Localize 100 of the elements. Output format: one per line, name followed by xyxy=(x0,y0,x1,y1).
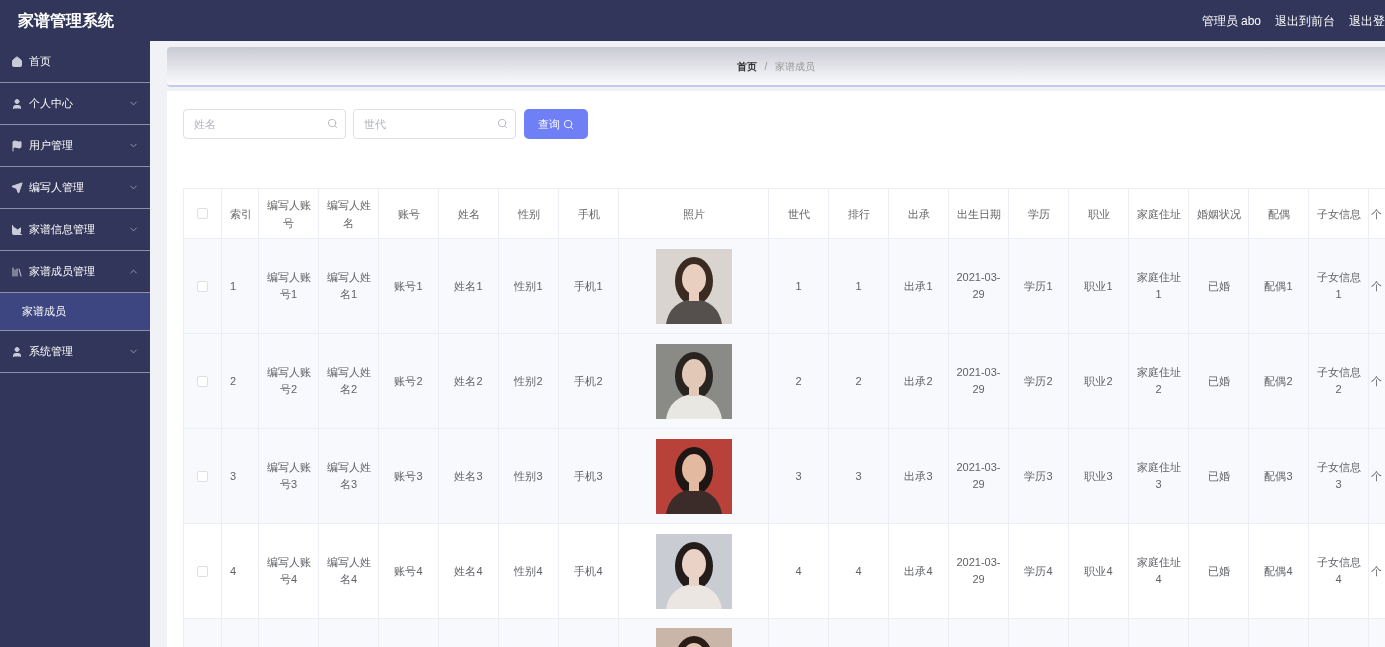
table-cell-text: 配偶1 xyxy=(1264,278,1293,294)
table-cell-text: 家庭住址4 xyxy=(1135,555,1182,587)
column-header: 婚姻状况 xyxy=(1196,206,1241,222)
column-header: 职业 xyxy=(1087,206,1110,222)
table-cell-text: 学历3 xyxy=(1024,468,1053,484)
sidebar-item[interactable]: 系统管理 xyxy=(0,331,150,373)
library-icon xyxy=(11,265,23,278)
table-cell-text: 学历4 xyxy=(1024,563,1053,579)
search-icon xyxy=(327,118,338,129)
table-cell-text: 2021-03-29 xyxy=(955,460,1002,492)
table-cell-text: 账号3 xyxy=(394,468,423,484)
table-cell-text: 编写人姓名3 xyxy=(325,460,372,492)
checkbox[interactable] xyxy=(197,280,208,292)
table-cell-text: 性别4 xyxy=(514,563,543,579)
table-cell-text: 学历1 xyxy=(1024,278,1053,294)
column-header: 排行 xyxy=(847,206,870,222)
home-icon xyxy=(11,55,23,68)
table-cell-text: 编写人姓名1 xyxy=(325,270,372,302)
column-header: 出生日期 xyxy=(956,206,1001,222)
search-field[interactable]: 世代 xyxy=(353,109,516,139)
column-header: 账号 xyxy=(397,206,420,222)
table-cell-text: 出承4 xyxy=(904,563,933,579)
table-cell-text: 配偶2 xyxy=(1264,373,1293,389)
search-icon xyxy=(563,118,574,130)
search-icon xyxy=(497,118,508,129)
table-cell-text: 1 xyxy=(855,278,862,294)
table-cell-text: 姓名4 xyxy=(454,563,483,579)
table-cell-text: 配偶3 xyxy=(1264,468,1293,484)
header-link[interactable]: 退出到前台 xyxy=(1275,11,1335,30)
chart-icon xyxy=(11,223,23,236)
sidebar-subitem[interactable]: 家谱成员 xyxy=(0,293,150,331)
send-icon xyxy=(11,181,23,194)
sidebar-item[interactable]: 家谱信息管理 xyxy=(0,209,150,251)
table-cell-text: 手机3 xyxy=(574,468,603,484)
table-cell-text: 家庭住址3 xyxy=(1135,460,1182,492)
checkbox[interactable] xyxy=(197,375,208,387)
column-header: 个 xyxy=(1371,206,1382,222)
table-cell-text: 已婚 xyxy=(1207,468,1230,484)
table-cell-text: 4 xyxy=(855,563,862,579)
table-cell-text: 3 xyxy=(795,468,802,484)
sidebar-item[interactable]: 编写人管理 xyxy=(0,167,150,209)
search-field[interactable]: 姓名 xyxy=(183,109,346,139)
column-header: 子女信息 xyxy=(1316,206,1361,222)
table-cell-text: 编写人姓名4 xyxy=(325,555,372,587)
table-cell-text: 个 xyxy=(1371,278,1382,294)
table-cell-text: 已婚 xyxy=(1207,563,1230,579)
table-cell-text: 2 xyxy=(230,373,237,389)
table-cell-text: 职业3 xyxy=(1084,468,1113,484)
table-cell-text: 已婚 xyxy=(1207,278,1230,294)
table-cell-text: 子女信息3 xyxy=(1315,460,1362,492)
column-header: 编写人账号 xyxy=(265,197,312,231)
table-cell-text: 职业2 xyxy=(1084,373,1113,389)
table-cell-text: 子女信息1 xyxy=(1315,270,1362,302)
table-cell-text: 姓名3 xyxy=(454,468,483,484)
column-header: 索引 xyxy=(230,206,252,222)
app-title: 家谱管理系统 xyxy=(18,10,114,31)
column-header: 家庭住址 xyxy=(1136,206,1181,222)
column-header: 世代 xyxy=(787,206,810,222)
table-cell-text: 3 xyxy=(855,468,862,484)
table-cell-text: 性别2 xyxy=(514,373,543,389)
table-cell-text: 出承1 xyxy=(904,278,933,294)
sidebar-item[interactable]: 个人中心 xyxy=(0,83,150,125)
sidebar-item[interactable]: 首页 xyxy=(0,41,150,83)
table-cell-text: 配偶4 xyxy=(1264,563,1293,579)
table-cell-text: 性别1 xyxy=(514,278,543,294)
table-cell-text: 编写人姓名2 xyxy=(325,365,372,397)
user-icon xyxy=(11,97,23,110)
table-cell-text: 2021-03-29 xyxy=(955,270,1002,302)
sidebar-item[interactable]: 用户管理 xyxy=(0,125,150,167)
table-cell-text: 个 xyxy=(1371,563,1382,579)
table-cell-text: 账号1 xyxy=(394,278,423,294)
table-cell-text: 个 xyxy=(1371,373,1382,389)
table-cell-text: 已婚 xyxy=(1207,373,1230,389)
table-cell-text: 账号4 xyxy=(394,563,423,579)
checkbox[interactable] xyxy=(197,470,208,482)
table-cell-text: 编写人账号1 xyxy=(265,270,312,302)
table-cell-text: 1 xyxy=(795,278,802,294)
column-header: 照片 xyxy=(682,206,705,222)
table-cell-text: 编写人账号4 xyxy=(265,555,312,587)
table-cell-text: 性别3 xyxy=(514,468,543,484)
table-cell-text: 姓名1 xyxy=(454,278,483,294)
column-header: 配偶 xyxy=(1267,206,1290,222)
table-cell-text: 子女信息4 xyxy=(1315,555,1362,587)
table-cell-text: 个 xyxy=(1371,468,1382,484)
table-cell-text: 职业4 xyxy=(1084,563,1113,579)
table-cell-text: 手机2 xyxy=(574,373,603,389)
breadcrumb-link[interactable]: 首页 xyxy=(736,58,757,74)
table-cell-text: 子女信息2 xyxy=(1315,365,1362,397)
checkbox[interactable] xyxy=(197,208,208,219)
user-label: 管理员 abo xyxy=(1201,12,1261,30)
table-cell-text: 账号2 xyxy=(394,373,423,389)
table-cell-text: 3 xyxy=(230,468,237,484)
checkbox[interactable] xyxy=(197,565,208,577)
header-link[interactable]: 退出登 xyxy=(1349,11,1385,30)
breadcrumb-current: 家谱成员 xyxy=(775,59,816,74)
table-cell-text: 编写人账号3 xyxy=(265,460,312,492)
table-cell-text: 4 xyxy=(795,563,802,579)
table-cell-text: 职业1 xyxy=(1084,278,1113,294)
table-cell-text: 手机1 xyxy=(574,278,603,294)
table-cell-text: 2 xyxy=(795,373,802,389)
